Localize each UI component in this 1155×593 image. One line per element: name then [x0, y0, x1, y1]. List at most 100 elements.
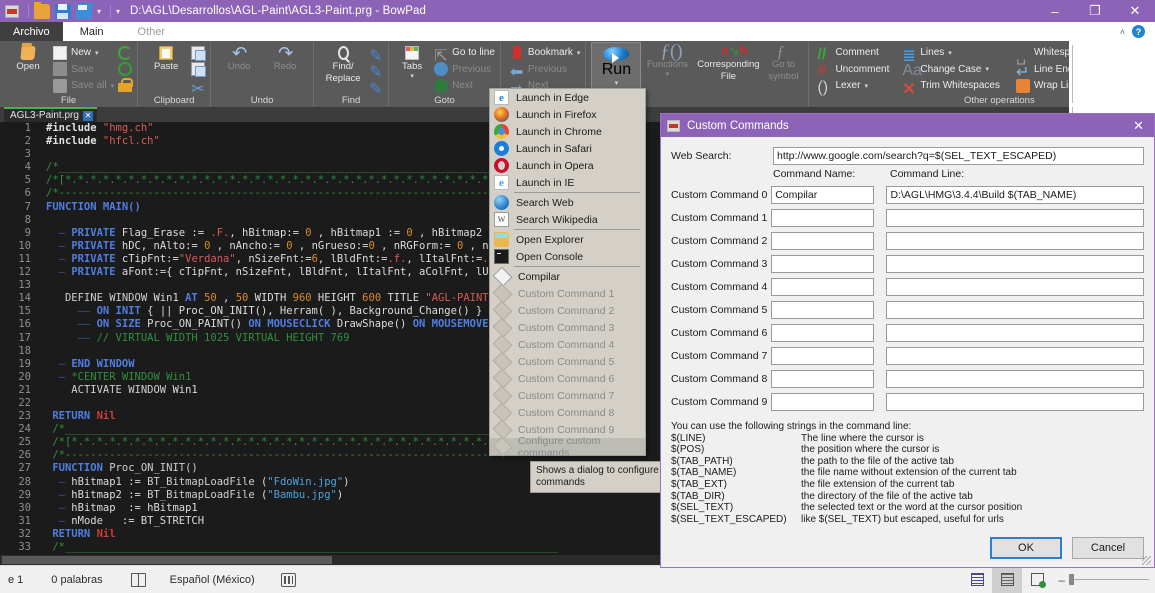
- command-name-input-7[interactable]: [771, 347, 875, 365]
- close-button[interactable]: ✕: [1115, 0, 1155, 22]
- run-dropdown-menu[interactable]: e Launch in Edge Launch in Firefox Launch i…: [489, 88, 646, 459]
- quick-access-customize-icon[interactable]: ▾: [116, 7, 120, 16]
- command-line-input-1[interactable]: [886, 209, 1144, 227]
- change-case-button[interactable]: Aa Change Case ▾: [902, 62, 1000, 79]
- command-line-input-8[interactable]: [886, 370, 1144, 388]
- tab-other[interactable]: Other: [120, 22, 183, 41]
- proofing-icon[interactable]: [130, 572, 146, 587]
- bookmark-button[interactable]: Bookmark ▾: [510, 45, 581, 60]
- comment-button[interactable]: // Comment: [817, 45, 889, 63]
- help-icon[interactable]: ?: [1132, 25, 1145, 38]
- find-replace-button[interactable]: Find/ Replace: [319, 44, 367, 84]
- menu-item-search-web[interactable]: Search Web: [490, 194, 645, 211]
- command-name-input-1[interactable]: [771, 209, 875, 227]
- restore-button[interactable]: ❐: [1075, 0, 1115, 22]
- corresponding-file-button[interactable]: c↘h Corresponding File: [693, 42, 763, 82]
- menu-item-launch-in-safari[interactable]: Launch in Safari: [490, 140, 645, 157]
- menu-item-configure-custom-commands[interactable]: Configure custom commands: [490, 435, 645, 459]
- duplicate-button[interactable]: [191, 62, 207, 77]
- paste-button[interactable]: Paste: [143, 44, 189, 72]
- menu-item-custom-command-3[interactable]: Custom Command 3: [490, 317, 645, 338]
- chevron-down-icon[interactable]: ▾: [577, 49, 581, 57]
- recent-button[interactable]: [118, 62, 133, 77]
- close-icon[interactable]: ✕: [82, 110, 93, 121]
- web-search-input[interactable]: http://www.google.com/search?q=$(SEL_TEX…: [773, 147, 1144, 165]
- view-web-button[interactable]: [1022, 567, 1052, 593]
- collapse-ribbon-icon[interactable]: ˄: [1120, 27, 1125, 37]
- command-line-input-7[interactable]: [886, 347, 1144, 365]
- go-to-symbol-button[interactable]: ƒ Go to symbol: [763, 42, 803, 82]
- chevron-down-icon[interactable]: ▾: [615, 79, 619, 87]
- find-all-button[interactable]: ✎: [369, 78, 383, 98]
- view-print-button[interactable]: [992, 566, 1023, 593]
- trim-whitespaces-button[interactable]: ✕ Trim Whitespaces: [902, 78, 1000, 98]
- lexer-button[interactable]: () Lexer ▾: [817, 78, 889, 96]
- document-tab[interactable]: AGL3-Paint.prg ✕: [4, 107, 97, 122]
- resize-grip[interactable]: [1142, 556, 1151, 565]
- redo-button[interactable]: ↷ Redo: [262, 44, 308, 72]
- goto-previous-button[interactable]: Previous: [434, 62, 495, 77]
- zoom-thumb[interactable]: [1069, 574, 1074, 585]
- minimize-button[interactable]: –: [1035, 0, 1075, 22]
- command-name-input-6[interactable]: [771, 324, 875, 342]
- copy-button[interactable]: [191, 45, 207, 61]
- command-name-input-4[interactable]: [771, 278, 875, 296]
- menu-item-custom-command-1[interactable]: Custom Command 1: [490, 283, 645, 304]
- lines-button[interactable]: ≣ Lines ▾: [902, 45, 1000, 65]
- command-name-input-8[interactable]: [771, 370, 875, 388]
- go-to-line-button[interactable]: ⇱ Go to line: [434, 45, 495, 65]
- status-language[interactable]: Español (México): [170, 574, 255, 586]
- chevron-down-icon[interactable]: ▾: [97, 7, 101, 16]
- ok-button[interactable]: OK: [990, 537, 1062, 559]
- undo-button[interactable]: ↶ Undo: [216, 44, 262, 72]
- zoom-out-icon[interactable]: –: [1058, 573, 1065, 587]
- command-line-input-2[interactable]: [886, 232, 1144, 250]
- chevron-down-icon[interactable]: ▾: [864, 82, 868, 90]
- close-icon[interactable]: ✕: [1133, 118, 1148, 134]
- save-all-button[interactable]: Save all ▾: [53, 78, 114, 93]
- tab-archivo[interactable]: Archivo: [0, 22, 63, 41]
- menu-item-compilar[interactable]: Compilar: [490, 266, 645, 287]
- command-line-input-5[interactable]: [886, 301, 1144, 319]
- tabs-button[interactable]: Tabs ▾: [394, 44, 430, 80]
- menu-item-open-console[interactable]: Open Console: [490, 248, 645, 265]
- uncomment-button[interactable]: # Uncomment: [817, 62, 889, 79]
- command-name-input-9[interactable]: [771, 393, 875, 411]
- command-name-input-3[interactable]: [771, 255, 875, 273]
- scrollbar-thumb[interactable]: [2, 556, 332, 564]
- reload-button[interactable]: [118, 45, 133, 60]
- chevron-down-icon[interactable]: ▾: [986, 65, 990, 73]
- chevron-down-icon[interactable]: ▾: [948, 49, 952, 57]
- quick-open-icon[interactable]: [34, 1, 50, 19]
- menu-item-launch-in-ie[interactable]: e Launch in IE: [490, 174, 645, 191]
- readonly-button[interactable]: [118, 77, 134, 93]
- goto-next-button[interactable]: Next: [434, 78, 495, 93]
- menu-item-launch-in-chrome[interactable]: Launch in Chrome: [490, 123, 645, 140]
- command-line-input-9[interactable]: [886, 393, 1144, 411]
- command-name-input-2[interactable]: [771, 232, 875, 250]
- chevron-down-icon[interactable]: ▾: [410, 72, 414, 80]
- command-line-input-0[interactable]: D:\AGL\HMG\3.4.4\Build $(TAB_NAME): [886, 186, 1144, 204]
- open-button[interactable]: Open: [5, 44, 51, 72]
- menu-item-launch-in-edge[interactable]: e Launch in Edge: [490, 89, 645, 106]
- chevron-down-icon[interactable]: ▾: [111, 82, 115, 90]
- menu-item-launch-in-firefox[interactable]: Launch in Firefox: [490, 106, 645, 123]
- menu-item-custom-command-5[interactable]: Custom Command 5: [490, 351, 645, 372]
- menu-item-open-explorer[interactable]: Open Explorer: [490, 231, 645, 248]
- quick-save-all-icon[interactable]: [76, 3, 92, 19]
- menu-item-custom-command-7[interactable]: Custom Command 7: [490, 385, 645, 406]
- command-name-input-0[interactable]: Compilar: [771, 186, 875, 204]
- view-read-button[interactable]: [962, 567, 992, 593]
- zoom-slider[interactable]: –: [1058, 573, 1149, 587]
- find-next-button[interactable]: ✎: [369, 45, 383, 65]
- chevron-down-icon[interactable]: ▾: [95, 49, 99, 57]
- new-button[interactable]: New ▾: [53, 45, 114, 60]
- bookmark-previous-button[interactable]: ⬅ Previous: [510, 62, 581, 82]
- menu-item-search-wikipedia[interactable]: W Search Wikipedia: [490, 211, 645, 228]
- quick-save-icon[interactable]: [55, 3, 71, 19]
- save-button[interactable]: Save: [53, 62, 114, 77]
- command-line-input-3[interactable]: [886, 255, 1144, 273]
- command-line-input-6[interactable]: [886, 324, 1144, 342]
- keyboard-icon[interactable]: [280, 572, 296, 587]
- cancel-button[interactable]: Cancel: [1072, 537, 1144, 559]
